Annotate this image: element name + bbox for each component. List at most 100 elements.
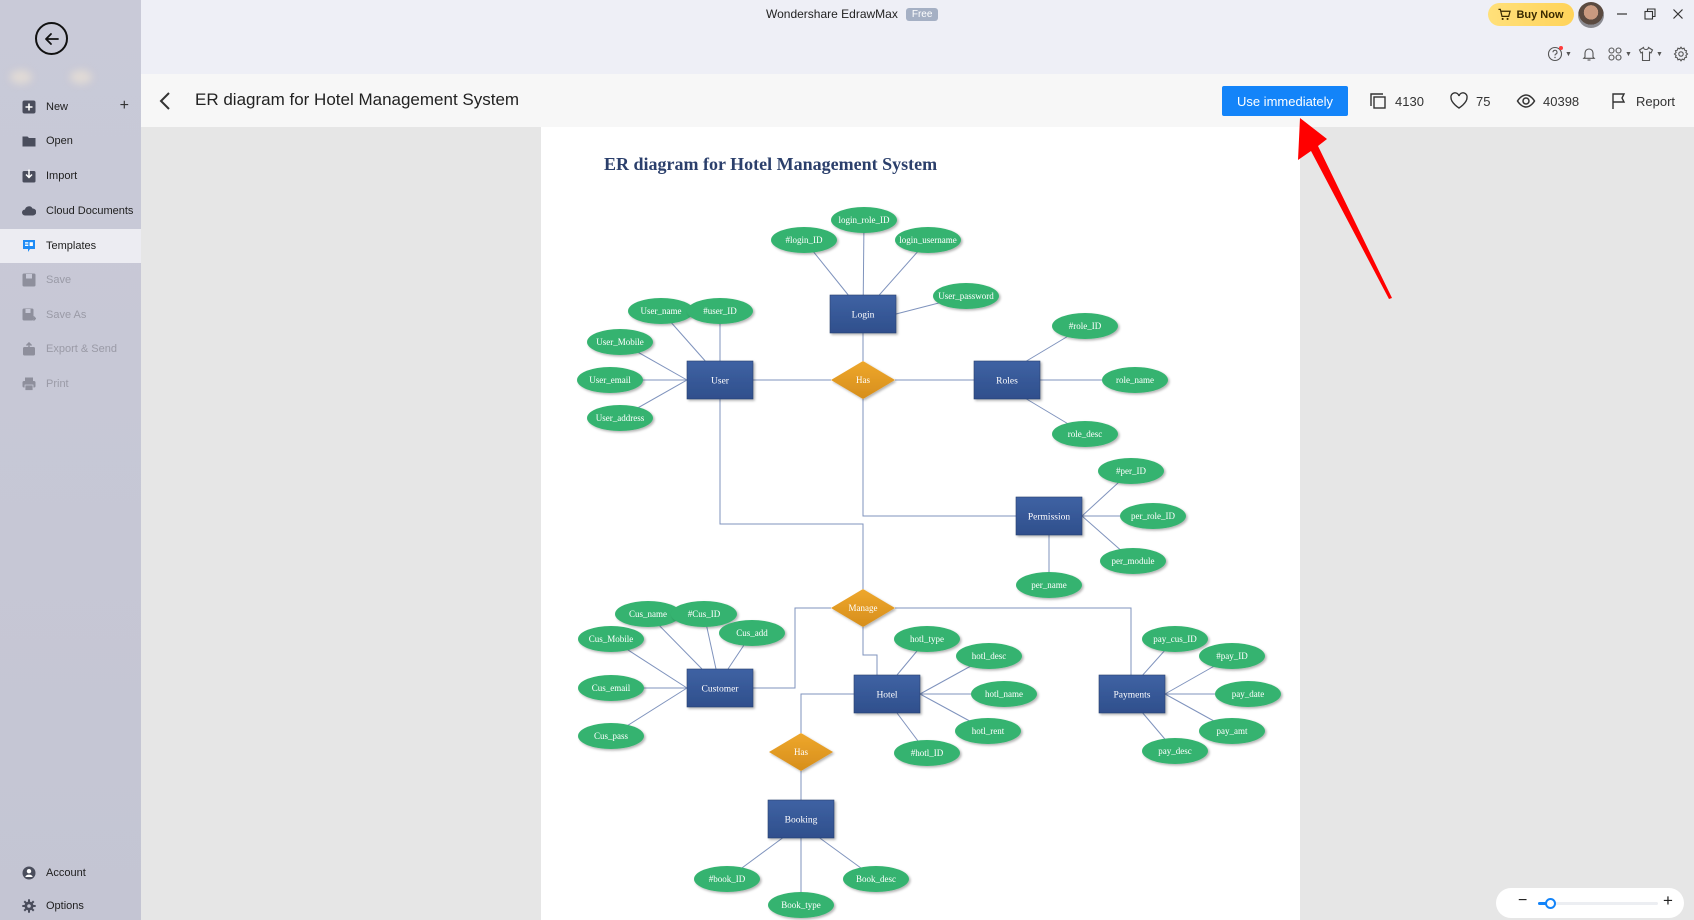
zoom-slider-handle[interactable] [1545, 898, 1556, 909]
duplicate-count[interactable]: 4130 [1368, 87, 1424, 115]
sidebar-item-label: Print [46, 378, 69, 390]
theme-shirt-icon [1638, 46, 1654, 62]
sidebar-item-account[interactable]: Account [0, 856, 141, 890]
attribute-book-type[interactable]: Book_type [768, 892, 834, 918]
add-new-plus-icon[interactable]: + [120, 97, 129, 115]
attribute-label: Cus_name [629, 609, 667, 619]
entity-booking[interactable]: Booking [767, 799, 835, 839]
report-button[interactable]: Report [1609, 87, 1675, 115]
attribute-cus-mobile[interactable]: Cus_Mobile [578, 626, 644, 652]
attribute-user-id[interactable]: #user_ID [687, 298, 753, 324]
close-button[interactable] [1668, 4, 1688, 24]
attribute-label: #pay_ID [1216, 651, 1248, 661]
attribute-pay-cus-id[interactable]: pay_cus_ID [1142, 626, 1208, 652]
attribute-pay-desc[interactable]: pay_desc [1142, 738, 1208, 764]
attribute-book-desc[interactable]: Book_desc [843, 866, 909, 892]
attribute-cus-email[interactable]: Cus_email [578, 675, 644, 701]
attribute-hotl-name[interactable]: hotl_name [971, 681, 1037, 707]
sidebar-item-label: Cloud Documents [46, 205, 134, 217]
attribute-login-username[interactable]: login_username [895, 227, 961, 253]
attribute-per-id[interactable]: #per_ID [1098, 458, 1164, 484]
attribute-per-name[interactable]: per_name [1016, 572, 1082, 598]
chevron-left-icon[interactable] [156, 89, 176, 113]
attribute-login-role-id[interactable]: login_role_ID [831, 207, 897, 233]
zoom-in-button[interactable]: + [1663, 891, 1673, 911]
zoom-slider[interactable] [1538, 898, 1658, 909]
entity-label: Permission [1028, 512, 1070, 522]
buy-now-button[interactable]: Buy Now [1488, 3, 1574, 26]
attribute-label: role_name [1116, 375, 1154, 385]
entity-user[interactable]: User [686, 360, 754, 400]
attribute-per-module[interactable]: per_module [1100, 548, 1166, 574]
attribute-user-address[interactable]: User_address [587, 405, 653, 431]
sidebar-item-options[interactable]: Options [0, 889, 141, 920]
attribute-label: role_desc [1068, 429, 1102, 439]
apps-button[interactable]: ▼ [1607, 44, 1632, 64]
sidebar-item-save-as[interactable]: Save As [0, 298, 141, 332]
entity-payments[interactable]: Payments [1098, 674, 1166, 714]
zoom-out-button[interactable]: − [1518, 892, 1527, 910]
use-immediately-button[interactable]: Use immediately [1222, 86, 1348, 116]
entity-permission[interactable]: Permission [1015, 496, 1083, 536]
attribute-label: User_email [589, 375, 631, 385]
attribute-role-name[interactable]: role_name [1102, 367, 1168, 393]
attribute-user-mobile[interactable]: User_Mobile [587, 329, 653, 355]
sidebar-item-new[interactable]: New + [0, 90, 141, 124]
attribute-role-id[interactable]: #role_ID [1052, 313, 1118, 339]
attribute-label: #login_ID [786, 235, 823, 245]
folder-icon [22, 134, 36, 148]
user-avatar[interactable] [1578, 2, 1604, 28]
entity-roles[interactable]: Roles [973, 360, 1041, 400]
like-count[interactable]: 75 [1449, 87, 1490, 115]
attribute-label: User_name [641, 306, 682, 316]
notifications-button[interactable] [1581, 44, 1597, 64]
attribute-hotl-type[interactable]: hotl_type [894, 626, 960, 652]
attribute-per-role-id[interactable]: per_role_ID [1120, 503, 1186, 529]
theme-button[interactable]: ▼ [1638, 44, 1663, 64]
attribute-pay-date[interactable]: pay_date [1215, 681, 1281, 707]
attribute-hotl-rent[interactable]: hotl_rent [955, 718, 1021, 744]
sidebar-item-templates[interactable]: Templates [0, 229, 141, 263]
restore-button[interactable] [1640, 4, 1660, 24]
relationship-label: Manage [849, 603, 878, 613]
attribute-label: login_username [899, 235, 957, 245]
attribute-cus-pass[interactable]: Cus_pass [578, 723, 644, 749]
attribute-user-email[interactable]: User_email [577, 367, 643, 393]
sidebar-item-save[interactable]: Save [0, 263, 141, 297]
attribute-label: per_name [1031, 580, 1066, 590]
sidebar-item-print[interactable]: Print [0, 367, 141, 401]
attribute-hotl-id[interactable]: #hotl_ID [894, 740, 960, 766]
sidebar-item-import[interactable]: Import [0, 159, 141, 193]
attribute-user-password[interactable]: User_password [933, 283, 999, 309]
minimize-button[interactable] [1612, 4, 1632, 24]
entity-label: Hotel [876, 690, 897, 700]
sidebar-item-export-send[interactable]: Export & Send [0, 332, 141, 366]
attribute-role-desc[interactable]: role_desc [1052, 421, 1118, 447]
attribute-book-id[interactable]: #book_ID [694, 866, 760, 892]
attribute-cus-add[interactable]: Cus_add [719, 620, 785, 646]
entity-login[interactable]: Login [829, 294, 897, 334]
attribute-label: Cus_Mobile [589, 634, 634, 644]
app-title: Wondershare EdrawMax Free [766, 7, 939, 21]
import-icon [22, 169, 36, 183]
attribute-label: Cus_email [592, 683, 631, 693]
account-icon [22, 866, 36, 880]
settings-button[interactable] [1673, 44, 1689, 64]
sidebar-item-open[interactable]: Open [0, 124, 141, 158]
sidebar-item-cloud-documents[interactable]: Cloud Documents [0, 194, 141, 228]
entity-customer[interactable]: Customer [686, 668, 754, 708]
attribute-label: pay_cus_ID [1153, 634, 1197, 644]
attribute-label: #role_ID [1069, 321, 1102, 331]
entity-hotel[interactable]: Hotel [853, 674, 921, 714]
zoom-control: − + [1496, 888, 1684, 918]
attribute-pay-amt[interactable]: pay_amt [1199, 718, 1265, 744]
attribute-cus-id[interactable]: #Cus_ID [671, 601, 737, 627]
back-button[interactable] [35, 22, 68, 55]
attribute-hotl-desc[interactable]: hotl_desc [956, 643, 1022, 669]
attribute-pay-id[interactable]: #pay_ID [1199, 643, 1265, 669]
help-button[interactable]: ▼ [1547, 44, 1572, 64]
plus-square-icon [22, 100, 36, 114]
entity-label: Payments [1114, 690, 1151, 700]
attribute-user-name[interactable]: User_name [628, 298, 694, 324]
attribute-login-id[interactable]: #login_ID [771, 227, 837, 253]
